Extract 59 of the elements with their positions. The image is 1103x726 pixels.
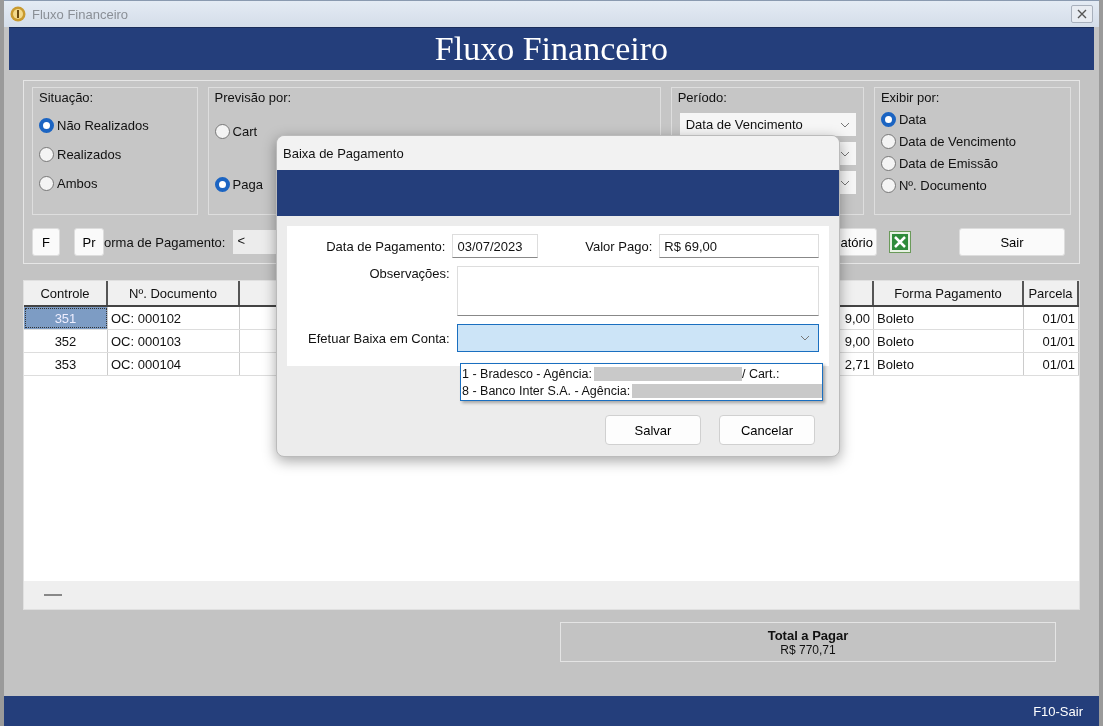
spreadsheet-icon[interactable] — [889, 231, 911, 253]
option-text: / Cart.: — [741, 366, 780, 381]
field-label: Efetuar Baixa em Conta: — [307, 330, 450, 346]
radio-option[interactable]: Nº. Documento — [880, 175, 1064, 195]
chevron-icon[interactable] — [839, 121, 850, 128]
table-cell: Boleto — [874, 353, 1024, 375]
column-header: Controle — [24, 281, 108, 305]
radio-option[interactable]: Data — [880, 109, 1064, 129]
account-dropdown[interactable] — [456, 324, 819, 352]
radio-option[interactable]: Realizados — [39, 143, 191, 165]
table-cell[interactable]: 352 — [24, 330, 108, 352]
table-cell: OC: 000104 — [108, 353, 240, 375]
date-field[interactable]: 03/07/2023 — [452, 234, 539, 258]
group-label: Situação: — [39, 90, 95, 105]
table-cell: OC: 000102 — [108, 307, 240, 329]
table-cell: 01/01 — [1024, 307, 1079, 329]
chevron-icon[interactable] — [800, 335, 810, 341]
column-header: Nº. Documento — [108, 281, 240, 305]
dropdown-option[interactable]: 1 - Bradesco - Agência: / Cart.: — [461, 365, 822, 382]
group-label: Período: — [677, 90, 728, 105]
cancel-button[interactable]: Cancelar — [719, 415, 815, 445]
column-header: Forma Pagamento — [874, 281, 1024, 305]
field-label: Data de Pagamento: — [325, 238, 446, 254]
option-text: 1 - Bradesco - Agência: — [462, 366, 592, 381]
field-label: Observações: — [368, 266, 450, 281]
amount-field[interactable]: R$ 69,00 — [659, 234, 819, 258]
table-cell: 01/01 — [1024, 353, 1079, 375]
option-text: 8 - Banco Inter S.A. - Agência: — [462, 383, 631, 398]
close-button[interactable] — [1071, 5, 1093, 23]
close-icon[interactable] — [1077, 9, 1087, 19]
radio-option[interactable]: Data de Emissão — [880, 153, 1064, 173]
app-logo-icon — [10, 6, 26, 22]
group-label: Exibir por: — [880, 90, 941, 105]
window-title: Fluxo Financeiro — [32, 6, 129, 22]
field-label: Valor Pago: — [585, 238, 653, 254]
table-cell[interactable]: 353 — [24, 353, 108, 375]
table-cell: Boleto — [874, 330, 1024, 352]
table-cell: 01/01 — [1024, 330, 1079, 352]
table-cell: OC: 000103 — [108, 330, 240, 352]
dialog-title: Baixa de Pagamento — [277, 136, 839, 170]
radio-option[interactable]: Paga — [214, 173, 654, 195]
pr-button[interactable]: Pr — [74, 228, 104, 256]
shortcut-hint: F10-Sair — [1033, 703, 1083, 719]
column-header: Parcela — [1024, 281, 1079, 305]
radio-option[interactable]: Ambos — [39, 172, 191, 194]
page-title: Fluxo Financeiro — [434, 30, 669, 68]
payment-method-label: orma de Pagamento: — [104, 234, 226, 250]
total-label: Total a Pagar — [767, 627, 849, 643]
radio-option[interactable]: Data de Vencimento — [880, 131, 1064, 151]
table-cell: Boleto — [874, 307, 1024, 329]
total-value: R$ 770,71 — [780, 642, 836, 657]
exit-button[interactable]: Sair — [959, 228, 1065, 256]
notes-field[interactable] — [456, 266, 819, 316]
save-button[interactable]: Salvar — [605, 415, 701, 445]
f-button[interactable]: F — [32, 228, 60, 256]
group-label: Previsão por: — [214, 90, 293, 105]
radio-option[interactable]: Não Realizados — [39, 114, 191, 136]
dropdown-option[interactable]: 8 - Banco Inter S.A. - Agência: — [461, 382, 822, 399]
period-dropdown[interactable]: Data de Vencimento — [679, 113, 856, 136]
